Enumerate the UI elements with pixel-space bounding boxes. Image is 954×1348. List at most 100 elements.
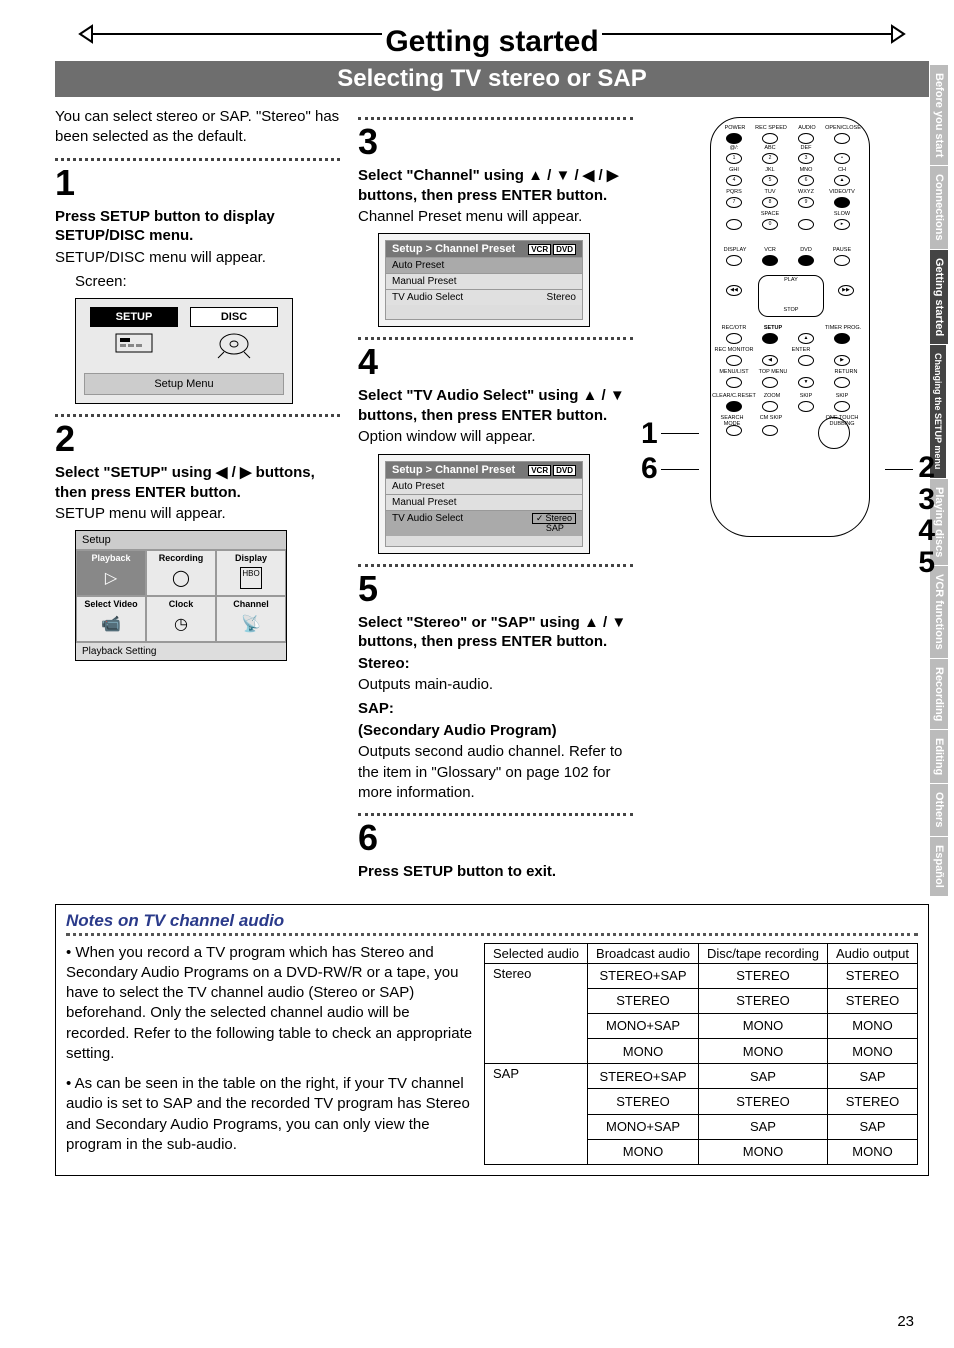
cell: STEREO — [588, 988, 699, 1013]
step-1-number: 1 — [55, 165, 340, 201]
btn-clear[interactable] — [726, 401, 742, 412]
cell-display: Display — [235, 553, 267, 563]
btn-enter[interactable] — [798, 355, 814, 366]
callout-line — [661, 433, 699, 434]
play-icon: ▷ — [77, 563, 145, 593]
btn-up[interactable]: ▲ — [798, 333, 814, 344]
btn-recspeed[interactable] — [762, 133, 778, 144]
btn-display[interactable] — [726, 255, 742, 266]
btn-skip-fwd[interactable] — [834, 401, 850, 412]
lbl-timer: TIMER PROG. — [822, 325, 864, 331]
opt-stereo: Stereo — [532, 513, 576, 524]
notes-p2: • As can be seen in the table on the rig… — [66, 1074, 476, 1155]
lbl-openclose: OPEN/CLOSE — [824, 125, 862, 131]
btn-key-[interactable] — [798, 219, 814, 230]
cell-selected-audio: Stereo — [485, 963, 588, 1064]
btn-key-2[interactable]: 2 — [762, 153, 778, 164]
btn-key-8[interactable]: 8 — [762, 197, 778, 208]
btn-recotr[interactable] — [726, 333, 742, 344]
lbl-recotr: REC/OTR — [716, 325, 752, 331]
btn-return[interactable] — [834, 377, 850, 388]
lbl-clear: CLEAR/C.RESET — [712, 393, 756, 399]
btn-openclose[interactable] — [834, 133, 850, 144]
remote-control: POWER REC SPEED AUDIO OPEN/CLOSE [[32,16… — [710, 117, 870, 537]
btn-vcr[interactable] — [762, 255, 778, 266]
btn-onetouch[interactable] — [818, 417, 850, 449]
btn-pause[interactable] — [834, 255, 850, 266]
btn-power[interactable] — [726, 133, 742, 144]
callout-6: 6 — [641, 452, 658, 486]
step-3-number: 3 — [358, 124, 633, 160]
lbl-recmon: REC MONITOR — [712, 347, 756, 353]
btn-down[interactable]: ▼ — [798, 377, 814, 388]
step-3-body: Channel Preset menu will appear. — [358, 207, 633, 227]
btn-recmonitor[interactable] — [726, 355, 742, 366]
lbl-setup: SETUP — [758, 325, 788, 331]
cell: SAP — [698, 1114, 827, 1139]
btn-key-4[interactable]: 4 — [726, 175, 742, 186]
lbl-recspeed: REC SPEED — [754, 125, 788, 131]
btn-key-[interactable] — [726, 219, 742, 230]
btn-key-▲[interactable]: ▲ — [834, 175, 850, 186]
intro-text: You can select stereo or SAP. "Stereo" h… — [55, 107, 340, 148]
btn-topmenu[interactable] — [762, 377, 778, 388]
btn-key-6[interactable]: 6 — [798, 175, 814, 186]
lbl-key: WXYZ — [792, 189, 820, 195]
btn-ff[interactable]: ▶▶ — [838, 285, 854, 296]
btn-key-1[interactable]: 1 — [726, 153, 742, 164]
cell: MONO — [698, 1013, 827, 1038]
lbl-key: TUV — [756, 189, 784, 195]
btn-key-●[interactable]: ● — [834, 197, 850, 208]
setup-grid-title: Setup — [76, 531, 286, 550]
btn-zoom[interactable] — [762, 401, 778, 412]
btn-timer[interactable] — [834, 333, 850, 344]
lbl-dvd: DVD — [792, 247, 820, 253]
btn-key-0[interactable]: 0 — [762, 219, 778, 230]
btn-key-•[interactable]: • — [834, 153, 850, 164]
setup-caption: Setup Menu — [84, 373, 284, 395]
stereo-text: Outputs main-audio. — [358, 675, 633, 695]
step-4-body: Option window will appear. — [358, 427, 633, 447]
cell: SAP — [827, 1114, 917, 1139]
btn-rew[interactable]: ◀◀ — [726, 285, 742, 296]
btn-audio[interactable] — [798, 133, 814, 144]
col-header: Selected audio — [485, 943, 588, 963]
btn-key-7[interactable]: 7 — [726, 197, 742, 208]
opt-sap: SAP — [532, 523, 564, 533]
tag-dvd: DVD — [553, 465, 576, 476]
screen-label: Screen: — [75, 272, 340, 292]
step-6-number: 6 — [358, 820, 633, 856]
btn-key-5[interactable]: 5 — [762, 175, 778, 186]
row-tvaudio-val: Stereo — [547, 292, 576, 303]
btn-key-▸[interactable]: ▸ — [834, 219, 850, 230]
btn-key-9[interactable]: 9 — [798, 197, 814, 208]
btn-skip-back[interactable] — [798, 401, 814, 412]
setup-grid-foot: Playback Setting — [76, 642, 286, 660]
btn-right[interactable]: ▶ — [834, 355, 850, 366]
clock-icon: ◷ — [147, 609, 215, 639]
cell-channel: Channel — [233, 599, 269, 609]
cell: STEREO — [588, 1089, 699, 1114]
row-manualpreset: Manual Preset — [392, 276, 456, 287]
btn-menulist[interactable] — [726, 377, 742, 388]
cell: MONO — [588, 1039, 699, 1064]
lbl-key: PQRS — [720, 189, 748, 195]
tag-vcr: VCR — [528, 244, 551, 255]
btn-key-3[interactable]: 3 — [798, 153, 814, 164]
lbl-zoom: ZOOM — [758, 393, 786, 399]
lbl-key: SPACE — [756, 211, 784, 217]
btn-setup[interactable] — [762, 333, 778, 344]
row-autopreset: Auto Preset — [392, 481, 444, 492]
btn-cmskip[interactable] — [762, 425, 778, 436]
step-5-number: 5 — [358, 571, 633, 607]
btn-dvd[interactable] — [798, 255, 814, 266]
tag-vcr: VCR — [528, 465, 551, 476]
btn-search[interactable] — [726, 425, 742, 436]
lbl-topmenu: TOP MENU — [754, 369, 792, 375]
divider — [55, 414, 340, 419]
cell: MONO — [827, 1139, 917, 1164]
btn-left[interactable]: ◀ — [762, 355, 778, 366]
cell-playback: Playback — [91, 553, 130, 563]
lbl-skip: SKIP — [792, 393, 820, 399]
cell-select-video: Select Video — [84, 599, 137, 609]
